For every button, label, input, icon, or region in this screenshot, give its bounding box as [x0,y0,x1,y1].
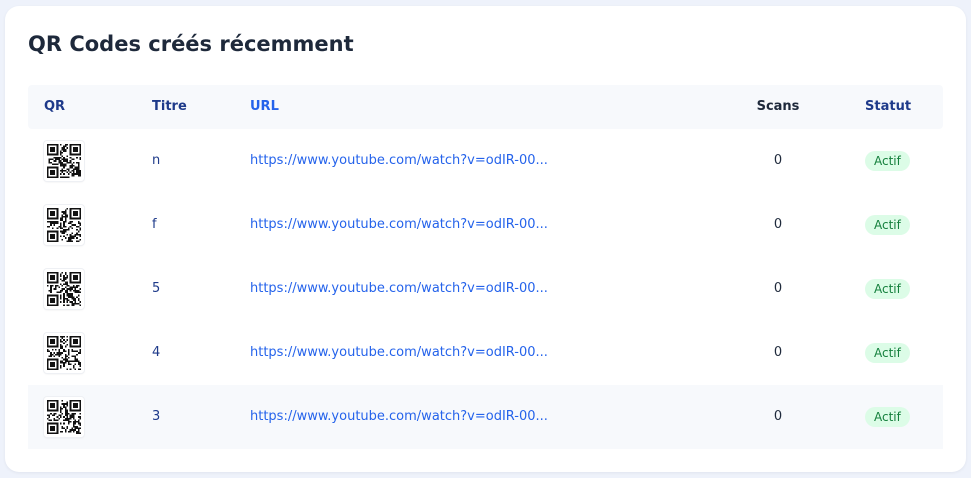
row-title: 4 [152,345,161,360]
table-header: QR Titre URL Scans Statut [28,85,943,129]
row-title: 5 [152,281,161,296]
column-header-qr: QR [44,99,66,114]
row-scans: 0 [773,345,783,360]
recent-qr-codes-card: QR Codes créés récemment QR Titre URL Sc… [5,6,966,472]
table-row[interactable]: 3 https://www.youtube.com/watch?v=odIR-0… [28,385,943,449]
column-header-scans: Scans [756,99,800,114]
row-scans: 0 [773,281,783,296]
row-title: f [152,217,157,232]
qr-code-icon[interactable] [44,397,84,437]
table-row[interactable]: n https://www.youtube.com/watch?v=odIR-0… [28,129,943,193]
qr-code-icon[interactable] [44,205,84,245]
row-status-cell: Actif [865,193,910,257]
status-badge: Actif [865,150,910,171]
status-badge: Actif [865,214,910,235]
row-status-cell: Actif [865,385,910,449]
status-badge: Actif [865,342,910,363]
row-scans: 0 [773,153,783,168]
qr-code-icon[interactable] [44,269,84,309]
row-status-cell: Actif [865,321,910,385]
row-url-link[interactable]: https://www.youtube.com/watch?v=odIR-00.… [250,129,548,193]
row-status-cell: Actif [865,129,910,193]
row-title: 3 [152,409,161,424]
status-badge: Actif [865,278,910,299]
qr-code-icon[interactable] [44,333,84,373]
status-badge: Actif [865,406,910,427]
row-url-link[interactable]: https://www.youtube.com/watch?v=odIR-00.… [250,385,548,449]
table-row[interactable]: f https://www.youtube.com/watch?v=odIR-0… [28,193,943,257]
row-url-link[interactable]: https://www.youtube.com/watch?v=odIR-00.… [250,257,548,321]
column-header-url: URL [250,99,279,114]
row-status-cell: Actif [865,257,910,321]
row-url-link[interactable]: https://www.youtube.com/watch?v=odIR-00.… [250,321,548,385]
column-header-status: Statut [865,99,912,114]
qr-codes-table: QR Titre URL Scans Statut n https://www.… [28,85,943,449]
qr-code-icon[interactable] [44,141,84,181]
row-scans: 0 [773,409,783,424]
column-header-title: Titre [152,99,187,114]
section-title: QR Codes créés récemment [28,32,354,56]
row-url-link[interactable]: https://www.youtube.com/watch?v=odIR-00.… [250,193,548,257]
table-row[interactable]: 5 https://www.youtube.com/watch?v=odIR-0… [28,257,943,321]
row-scans: 0 [773,217,783,232]
row-title: n [152,153,161,168]
table-body: n https://www.youtube.com/watch?v=odIR-0… [28,129,943,449]
table-row[interactable]: 4 https://www.youtube.com/watch?v=odIR-0… [28,321,943,385]
